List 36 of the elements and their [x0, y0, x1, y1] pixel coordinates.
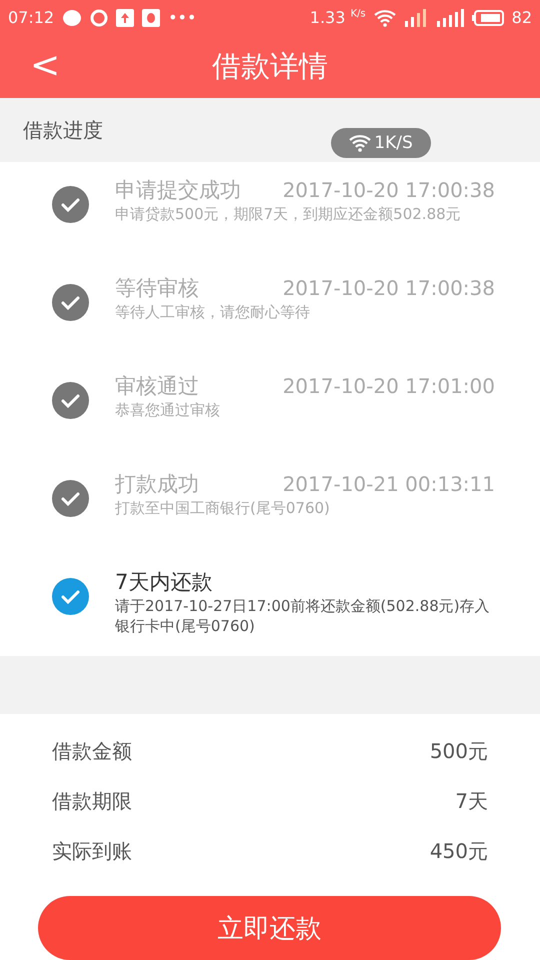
signal-icon [436, 8, 464, 26]
repay-button[interactable]: 立即还款 [38, 896, 501, 960]
step-detail: 打款至中国工商银行(尾号0760) [115, 498, 331, 518]
step-title: 审核通过 [115, 373, 199, 400]
step-time: 2017-10-20 17:01:00 [282, 374, 495, 398]
battery-icon [472, 10, 504, 26]
wifi-icon [374, 8, 396, 26]
detail-label: 借款金额 [52, 738, 132, 764]
wifi-icon [349, 134, 372, 152]
signal-icon [404, 8, 428, 26]
detail-value: 450元 [430, 838, 488, 864]
overlay-speed: 1K/S [374, 133, 413, 153]
more-notifications: ••• [168, 8, 196, 27]
detail-value: 7天 [455, 788, 488, 814]
page-title: 借款详情 [212, 48, 328, 84]
step-detail: 恭喜您通过审核 [115, 400, 221, 420]
step-time: 2017-10-21 00:13:11 [282, 472, 495, 496]
step-detail: 等待人工审核，请您耐心等待 [115, 302, 311, 322]
clock: 07:12 [8, 8, 54, 27]
upload-icon [116, 8, 134, 26]
step-time: 2017-10-20 17:00:38 [282, 276, 495, 300]
section-title: 借款进度 [23, 116, 103, 144]
detail-value: 500元 [430, 738, 488, 764]
back-button[interactable]: < [22, 45, 68, 86]
detail-label: 实际到账 [52, 838, 132, 864]
step-detail: 申请贷款500元，期限7天，到期应还金额502.88元 [115, 204, 462, 224]
step-title: 等待审核 [115, 275, 199, 302]
step-title: 7天内还款 [115, 569, 212, 596]
detail-label: 借款期限 [52, 788, 132, 814]
network-speed: 1.33 $^{K/s}$ [310, 8, 366, 27]
step-detail: 请于2017-10-27日17:00前将还款金额(502.88元)存入银行卡中(尾号0760) [115, 596, 491, 636]
battery-level: 82 [512, 8, 532, 27]
step-title: 申请提交成功 [115, 177, 241, 204]
step-title: 打款成功 [115, 471, 199, 498]
step-time: 2017-10-20 17:00:38 [282, 178, 495, 202]
ring-icon [90, 8, 108, 26]
